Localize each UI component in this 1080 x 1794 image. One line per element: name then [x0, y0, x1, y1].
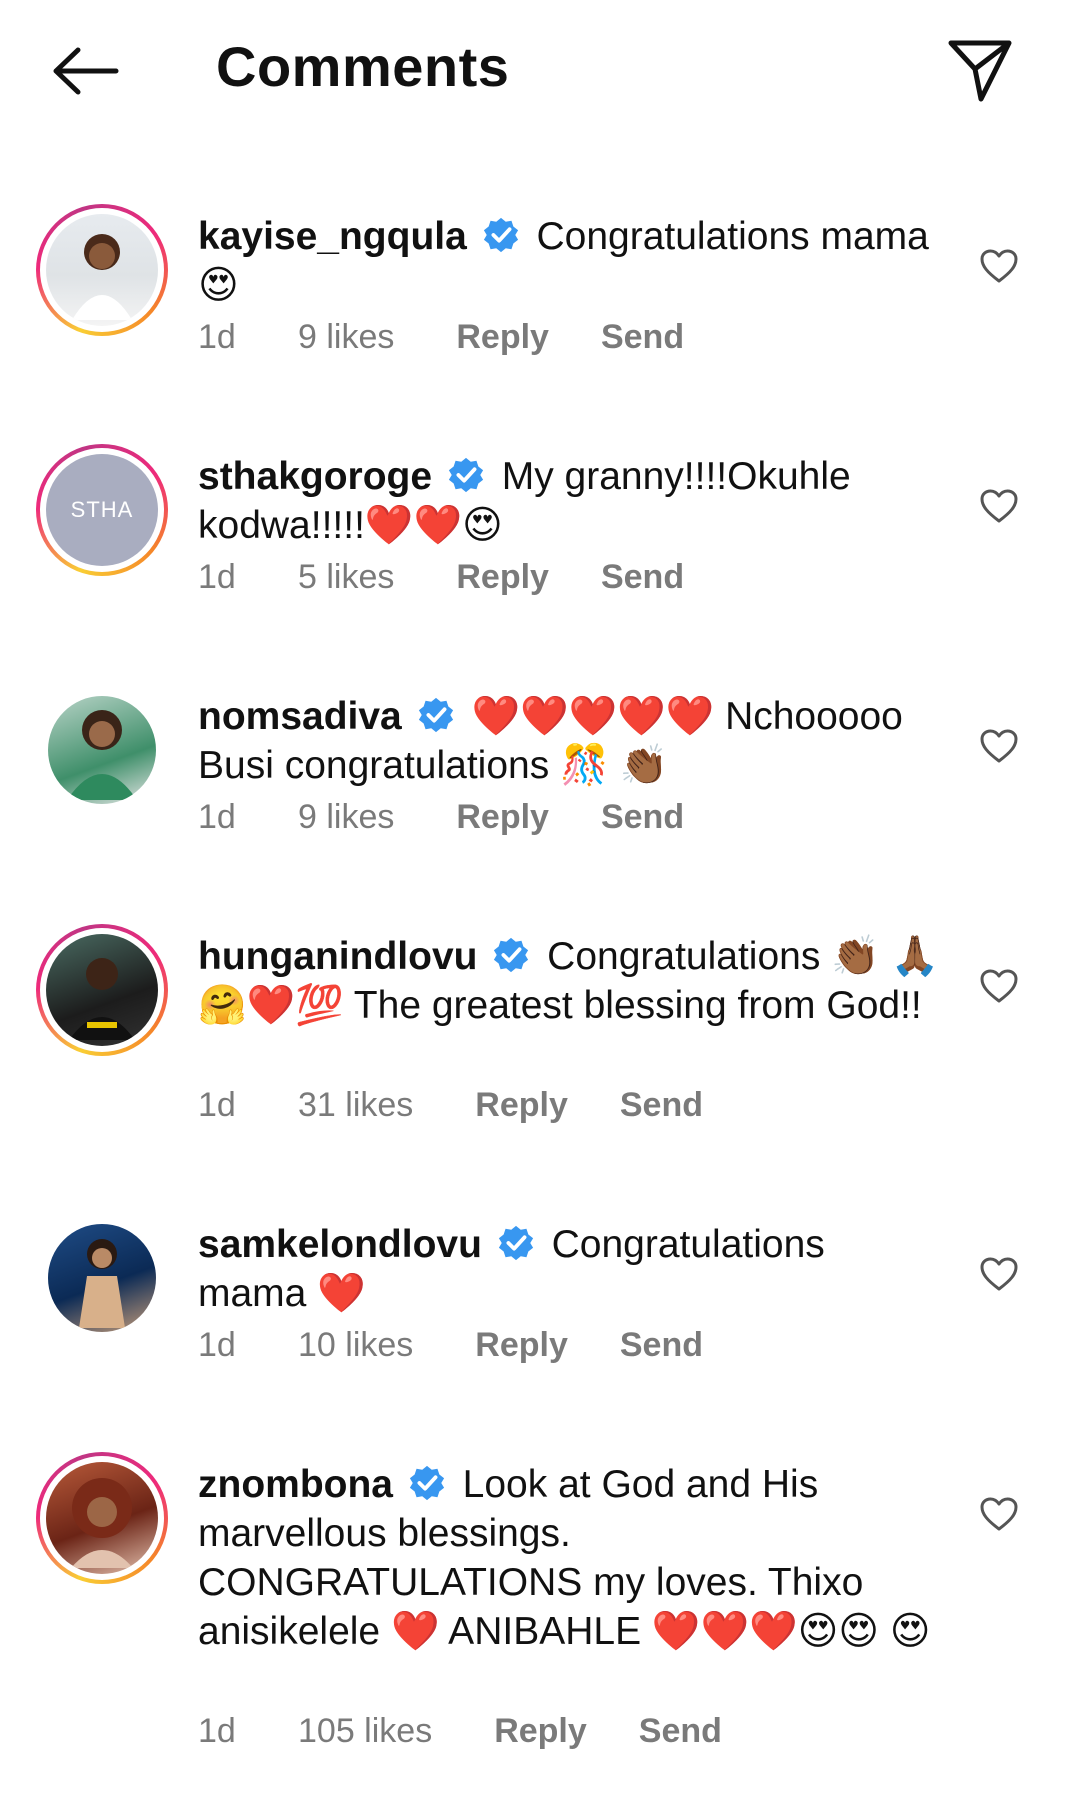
verified-badge-icon: [418, 697, 453, 733]
username[interactable]: znombona: [198, 1463, 393, 1506]
like-button[interactable]: [975, 722, 1023, 770]
comment-meta: 1d 5 likes Reply Send: [198, 558, 684, 597]
comment-meta: 1d 105 likes Reply Send: [198, 1712, 722, 1751]
like-button[interactable]: [975, 1490, 1023, 1538]
comments-screen: Comments kayise_ngqula Congratulations m…: [0, 0, 1080, 1794]
comment-body: hunganindlovu Congratulations 👏🏾 🙏🏾🤗❤️💯 …: [198, 932, 943, 1030]
avatar[interactable]: [36, 204, 168, 336]
send-button[interactable]: Send: [601, 318, 684, 357]
heart-outline-icon: [980, 1497, 1018, 1531]
verified-badge-icon: [494, 937, 529, 973]
comment-body: sthakgoroge My granny!!!!Okuhle kodwa!!!…: [198, 452, 943, 550]
send-button[interactable]: Send: [601, 558, 684, 597]
comment-time: 1d: [198, 798, 236, 836]
arrow-left-icon: [53, 47, 119, 95]
like-count[interactable]: 10 likes: [298, 1326, 413, 1365]
like-count[interactable]: 31 likes: [298, 1086, 413, 1125]
paper-plane-icon: [948, 40, 1012, 102]
avatar[interactable]: STHA: [36, 444, 168, 576]
username[interactable]: kayise_ngqula: [198, 215, 467, 258]
comment-meta: 1d 10 likes Reply Send: [198, 1326, 703, 1365]
page-title: Comments: [216, 35, 510, 98]
heart-outline-icon: [980, 249, 1018, 283]
comment-item: samkelondlovu Congratulations mama ❤️ 1d…: [0, 1198, 1080, 1438]
comment-time: 1d: [198, 318, 236, 356]
send-button[interactable]: Send: [620, 1326, 703, 1365]
send-button[interactable]: Send: [620, 1086, 703, 1125]
username[interactable]: nomsadiva: [198, 695, 402, 738]
reply-button[interactable]: Reply: [456, 318, 549, 357]
like-button[interactable]: [975, 962, 1023, 1010]
back-button[interactable]: [40, 36, 130, 106]
comment-time: 1d: [198, 1326, 236, 1364]
username[interactable]: hunganindlovu: [198, 935, 477, 978]
reply-button[interactable]: Reply: [475, 1086, 568, 1125]
heart-outline-icon: [980, 729, 1018, 763]
heart-outline-icon: [980, 489, 1018, 523]
heart-outline-icon: [980, 1257, 1018, 1291]
comment-body: samkelondlovu Congratulations mama ❤️: [198, 1220, 943, 1318]
like-button[interactable]: [975, 1250, 1023, 1298]
comment-item: kayise_ngqula Congratulations mama 😍 1d …: [0, 190, 1080, 430]
send-button[interactable]: Send: [601, 798, 684, 837]
avatar-image: [48, 696, 156, 804]
avatar-image: [46, 934, 158, 1046]
comment-item: STHA sthakgoroge My granny!!!!Okuhle kod…: [0, 430, 1080, 670]
comment-item: znombona Look at God and His marvellous …: [0, 1438, 1080, 1794]
comment-item: hunganindlovu Congratulations 👏🏾 🙏🏾🤗❤️💯 …: [0, 910, 1080, 1198]
avatar-image: [48, 1224, 156, 1332]
reply-button[interactable]: Reply: [475, 1326, 568, 1365]
verified-badge-icon: [409, 1465, 444, 1501]
avatar[interactable]: [36, 1452, 168, 1584]
header: Comments: [0, 0, 1080, 140]
comment-meta: 1d 9 likes Reply Send: [198, 318, 684, 357]
like-count[interactable]: 5 likes: [298, 558, 394, 597]
comment-item: nomsadiva ❤️❤️❤️❤️❤️ Nchooooo Busi congr…: [0, 670, 1080, 910]
avatar-image: [46, 1462, 158, 1574]
verified-badge-icon: [448, 457, 483, 493]
comment-body: znombona Look at God and His marvellous …: [198, 1460, 943, 1656]
comment-time: 1d: [198, 1712, 236, 1750]
heart-outline-icon: [980, 969, 1018, 1003]
comment-body: nomsadiva ❤️❤️❤️❤️❤️ Nchooooo Busi congr…: [198, 692, 943, 790]
avatar[interactable]: [36, 684, 168, 816]
like-count[interactable]: 105 likes: [298, 1712, 432, 1751]
reply-button[interactable]: Reply: [494, 1712, 587, 1751]
username[interactable]: sthakgoroge: [198, 455, 432, 498]
share-button[interactable]: [940, 30, 1020, 110]
reply-button[interactable]: Reply: [456, 798, 549, 837]
comment-meta: 1d 9 likes Reply Send: [198, 798, 684, 837]
comment-meta: 1d 31 likes Reply Send: [198, 1086, 703, 1125]
send-button[interactable]: Send: [639, 1712, 722, 1751]
avatar[interactable]: [36, 924, 168, 1056]
comment-body: kayise_ngqula Congratulations mama 😍: [198, 212, 943, 310]
like-count[interactable]: 9 likes: [298, 318, 394, 357]
verified-badge-icon: [498, 1225, 533, 1261]
username[interactable]: samkelondlovu: [198, 1223, 482, 1266]
like-count[interactable]: 9 likes: [298, 798, 394, 837]
comment-time: 1d: [198, 1086, 236, 1124]
comment-time: 1d: [198, 558, 236, 596]
avatar[interactable]: [36, 1212, 168, 1344]
verified-badge-icon: [483, 217, 518, 253]
reply-button[interactable]: Reply: [456, 558, 549, 597]
like-button[interactable]: [975, 482, 1023, 530]
avatar-image: [46, 214, 158, 326]
like-button[interactable]: [975, 242, 1023, 290]
avatar-image: STHA: [46, 454, 158, 566]
